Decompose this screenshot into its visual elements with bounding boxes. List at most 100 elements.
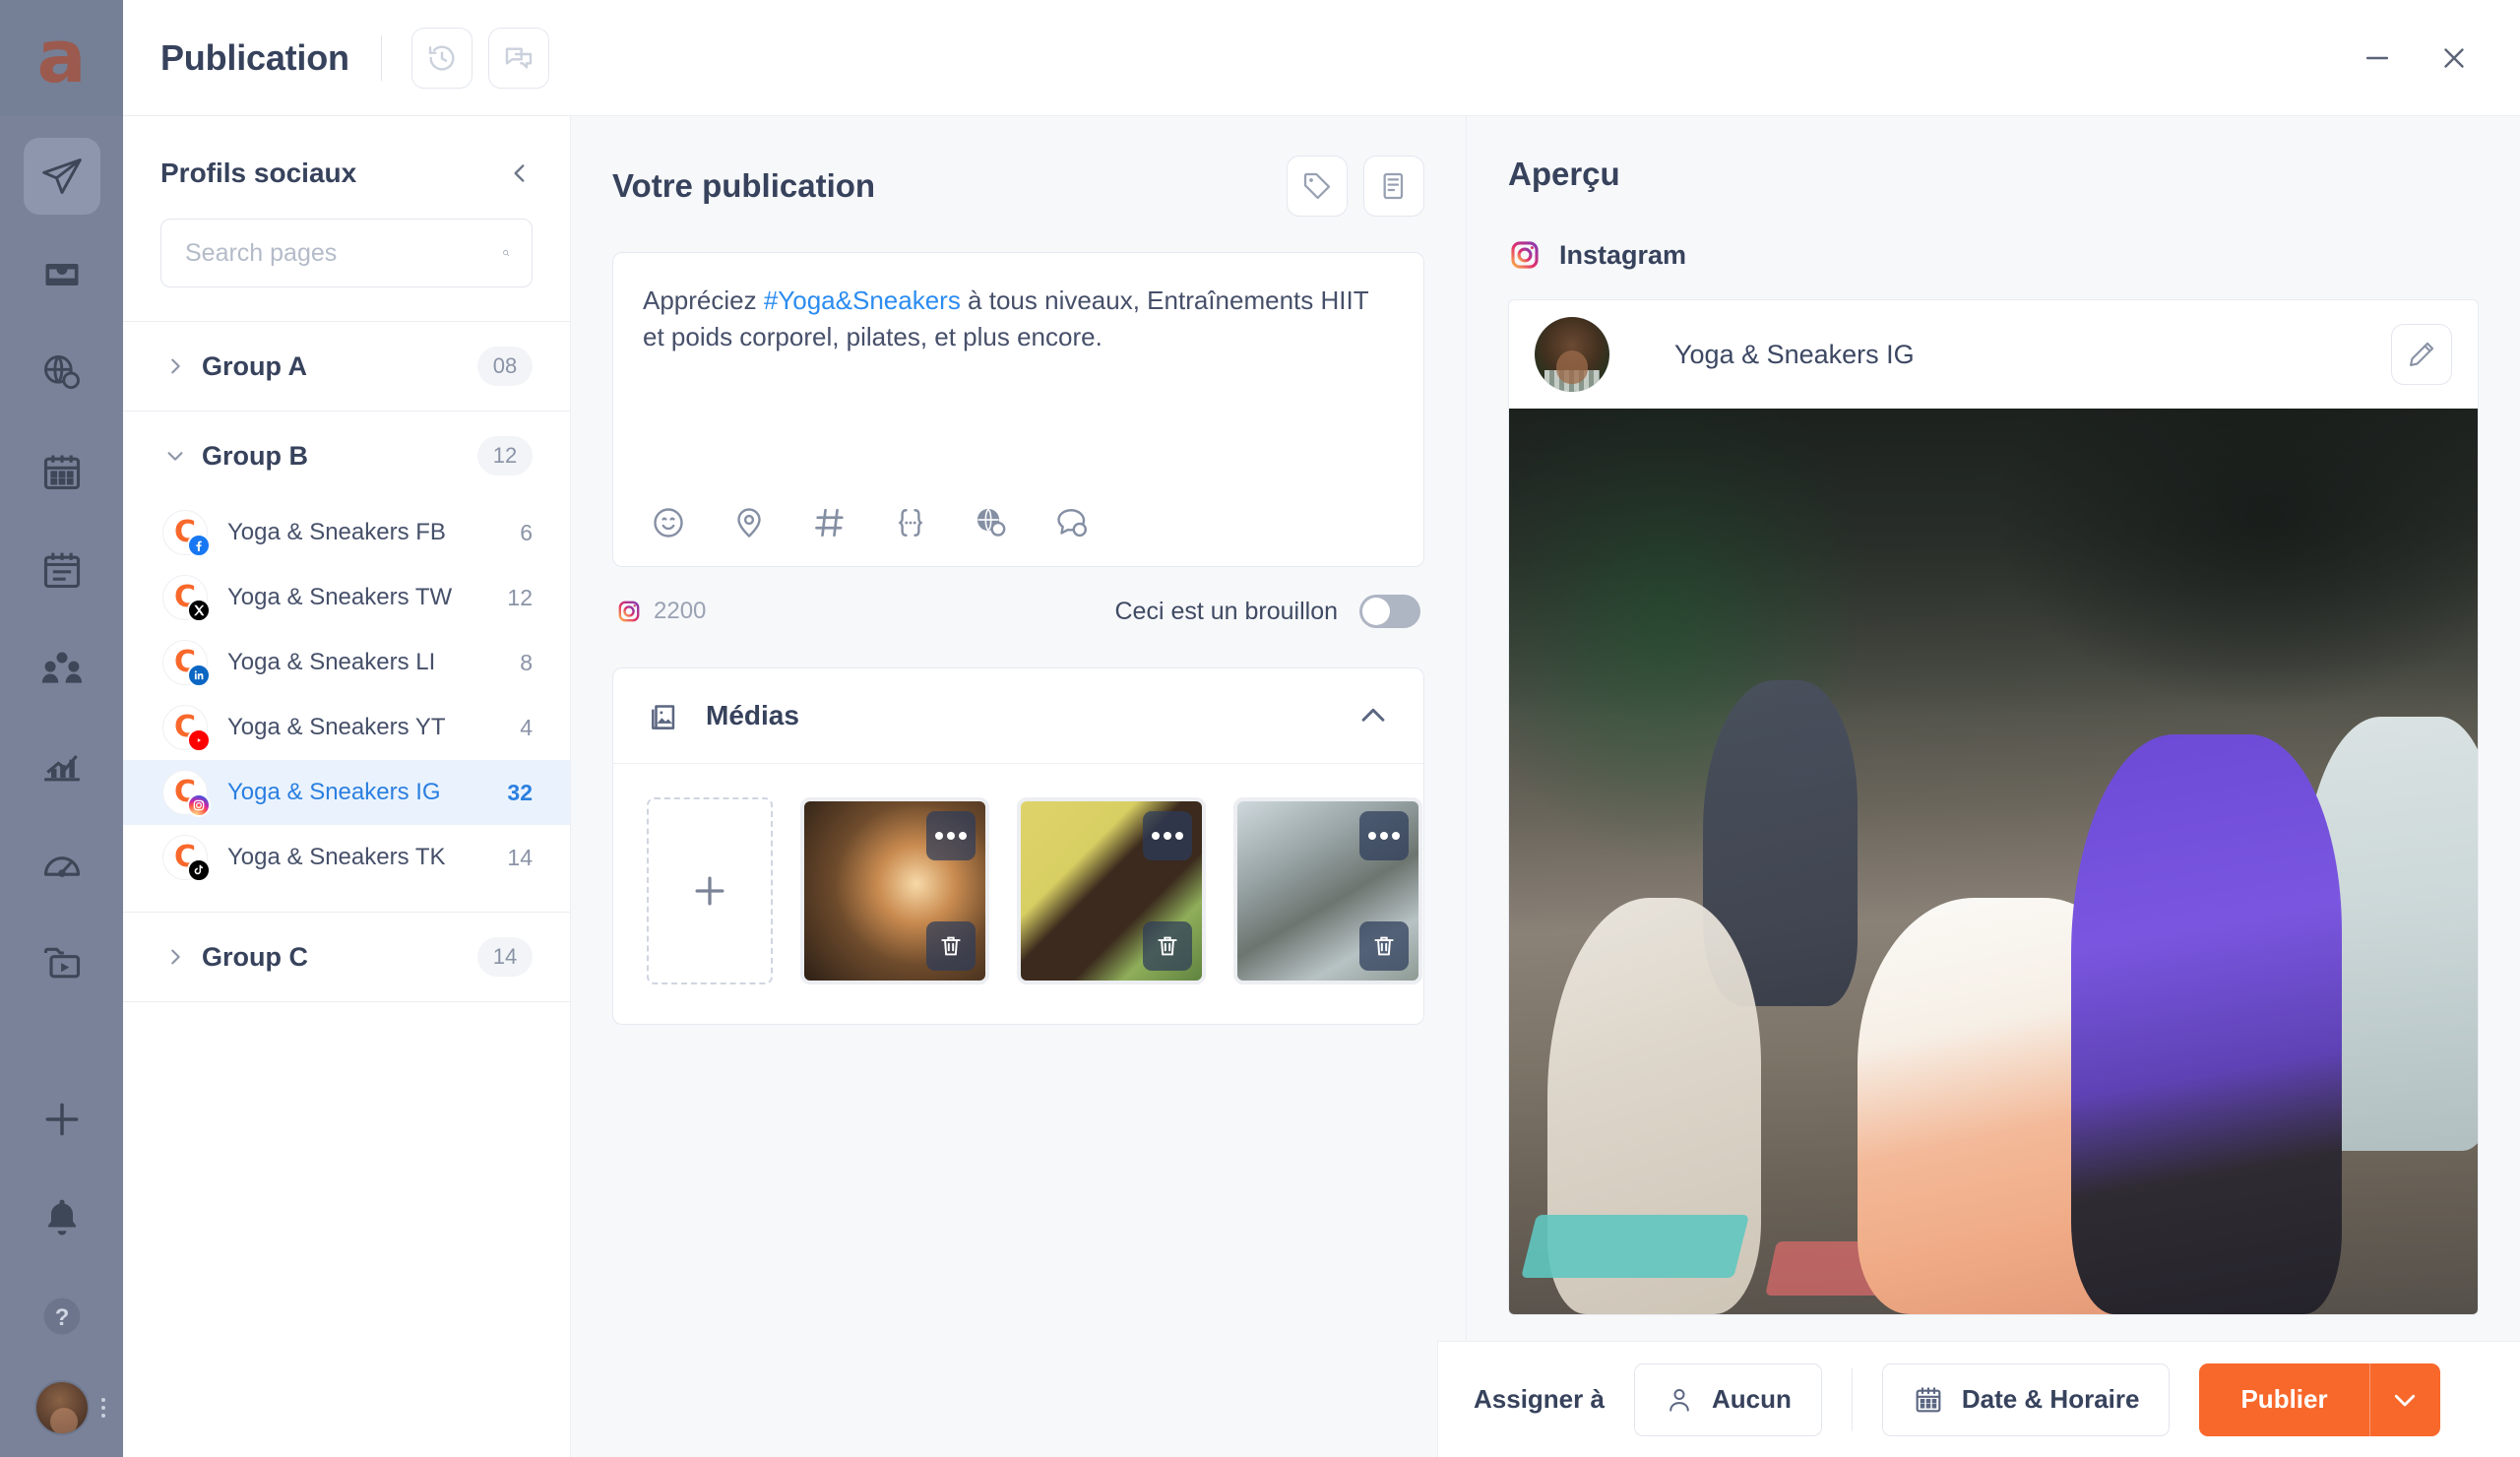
window-controls xyxy=(2361,41,2481,75)
history-icon xyxy=(428,45,455,71)
images-icon xyxy=(652,705,675,729)
rail-item-media-library[interactable] xyxy=(24,925,100,1002)
chat-search-button[interactable] xyxy=(1054,505,1090,540)
schedule-button[interactable]: Date & Horaire xyxy=(1881,1362,2171,1436)
variable-button[interactable] xyxy=(893,505,928,540)
draft-label: Ceci est un brouillon xyxy=(1114,597,1338,625)
profile-label: Yoga & Sneakers LI xyxy=(227,649,436,675)
media-thumbnail[interactable] xyxy=(1017,797,1206,984)
rail-item-notifications[interactable] xyxy=(24,1179,100,1256)
rail-item-listening[interactable] xyxy=(24,335,100,412)
draft-toggle-group: Ceci est un brouillon xyxy=(1114,595,1420,628)
rail-item-analytics[interactable] xyxy=(24,728,100,805)
sidebar-collapse-button[interactable] xyxy=(507,160,533,186)
tag-button[interactable] xyxy=(1287,156,1348,217)
photo-figure xyxy=(2070,734,2343,1314)
sidebar-group-b[interactable]: Group B 12 xyxy=(123,412,570,500)
more-icon[interactable] xyxy=(1359,811,1409,860)
rail-item-help[interactable]: ? xyxy=(24,1278,100,1355)
help-icon: ? xyxy=(43,1298,80,1335)
divider xyxy=(1851,1367,1853,1431)
history-button[interactable] xyxy=(410,27,472,89)
rail-item-agenda[interactable] xyxy=(24,532,100,608)
close-button[interactable] xyxy=(2437,41,2471,75)
rail-item-gauge[interactable] xyxy=(24,827,100,904)
preview-account-name: Yoga & Sneakers IG xyxy=(1674,339,1915,369)
hashtag-button[interactable] xyxy=(812,505,848,540)
preview-network: Instagram xyxy=(1508,238,2479,272)
rail-item-add[interactable] xyxy=(24,1081,100,1158)
instagram-icon xyxy=(618,601,640,622)
search-input[interactable] xyxy=(185,238,502,268)
trash-icon[interactable] xyxy=(1359,921,1409,971)
svg-text:?: ? xyxy=(54,1304,69,1331)
add-media-button[interactable] xyxy=(647,797,773,984)
media-thumbnail[interactable] xyxy=(800,797,989,984)
minimize-button[interactable] xyxy=(2361,41,2394,75)
emoji-icon xyxy=(654,508,683,538)
rail-item-audience[interactable] xyxy=(24,630,100,707)
profile-count: 12 xyxy=(507,584,533,610)
location-button[interactable] xyxy=(731,505,767,540)
users-icon xyxy=(41,652,82,683)
profile-row-facebook[interactable]: C Yoga & Sneakers FB 6 xyxy=(123,500,570,565)
media-collapse-button[interactable] xyxy=(1356,699,1390,732)
emoji-button[interactable] xyxy=(651,505,686,540)
instagram-icon xyxy=(1511,241,1539,269)
rail-user-avatar-wrap[interactable] xyxy=(33,1380,105,1435)
assignee-button[interactable]: Aucun xyxy=(1633,1362,1822,1436)
rail-item-inbox[interactable] xyxy=(24,236,100,313)
preview-edit-button[interactable] xyxy=(2391,324,2452,385)
profile-count: 4 xyxy=(520,714,533,740)
more-icon[interactable] xyxy=(1143,811,1192,860)
inbox-icon xyxy=(45,264,78,285)
close-icon xyxy=(2444,47,2464,68)
plus-icon xyxy=(695,876,724,906)
publish-options-button[interactable] xyxy=(2368,1362,2440,1436)
globe-search-button[interactable] xyxy=(974,505,1009,540)
draft-toggle[interactable] xyxy=(1359,595,1420,628)
composer-panel: Votre publication Appréciez #Yoga&Sneake… xyxy=(571,116,1467,1457)
rail-bottom: ? xyxy=(24,1059,105,1457)
rail-item-calendar[interactable] xyxy=(24,433,100,510)
window-titlebar: Publication xyxy=(123,0,2520,116)
post-hashtag[interactable]: #Yoga&Sneakers xyxy=(764,285,961,315)
profile-row-twitter[interactable]: C Yoga & Sneakers TW 12 xyxy=(123,565,570,630)
templates-button[interactable] xyxy=(1363,156,1424,217)
profile-label: Yoga & Sneakers FB xyxy=(227,519,446,545)
comments-button[interactable] xyxy=(487,27,549,89)
avatar: C xyxy=(162,705,211,752)
group-label: Group B xyxy=(202,440,308,471)
sidebar-group-c[interactable]: Group C 14 xyxy=(123,913,570,1001)
publish-button-group: Publier xyxy=(2199,1362,2440,1436)
trash-icon[interactable] xyxy=(1143,921,1192,971)
location-icon xyxy=(737,508,761,538)
profile-avatar[interactable] xyxy=(33,1380,90,1435)
preview-network-name: Instagram xyxy=(1559,239,1687,270)
character-count: 2200 xyxy=(616,598,706,625)
composer-header: Votre publication xyxy=(612,156,1424,217)
profile-row-instagram[interactable]: C Yoga & Sneakers IG 32 xyxy=(123,760,570,825)
profile-row-linkedin[interactable]: C Yoga & Sneakers LI 8 xyxy=(123,630,570,695)
search-pages-field[interactable] xyxy=(160,219,533,287)
more-icon[interactable] xyxy=(926,811,976,860)
group-label: Group A xyxy=(202,350,307,381)
publish-button[interactable]: Publier xyxy=(2199,1362,2369,1436)
profile-row-youtube[interactable]: C Yoga & Sneakers YT 4 xyxy=(123,695,570,760)
media-thumbnail[interactable] xyxy=(1233,797,1422,984)
tiktok-icon xyxy=(187,858,211,882)
post-text[interactable]: Appréciez #Yoga&Sneakers à tous niveaux,… xyxy=(643,283,1394,487)
preview-photo xyxy=(1509,409,2478,1314)
facebook-icon xyxy=(187,534,211,557)
sidebar-group-a[interactable]: Group A 08 xyxy=(123,322,570,411)
photo-shadow xyxy=(1509,409,2478,717)
rail-item-publisher[interactable] xyxy=(23,138,100,215)
editor-toolbar xyxy=(643,487,1394,566)
profile-label: Yoga & Sneakers TK xyxy=(227,844,446,870)
app-rail: a ? xyxy=(0,0,123,1457)
more-icon[interactable] xyxy=(100,1398,105,1418)
trash-icon[interactable] xyxy=(926,921,976,971)
app-logo[interactable]: a xyxy=(0,0,123,116)
profile-row-tiktok[interactable]: C Yoga & Sneakers TK 14 xyxy=(123,825,570,890)
chevron-right-icon xyxy=(160,355,190,377)
